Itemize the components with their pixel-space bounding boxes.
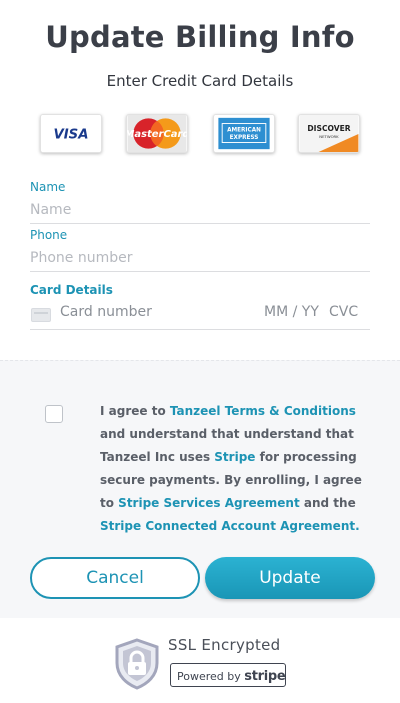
card-details-label: Card Details xyxy=(30,283,113,297)
powered-by-stripe-badge: Powered by stripe xyxy=(170,663,286,687)
svg-text:MasterCard: MasterCard xyxy=(127,129,187,140)
svg-text:EXPRESS: EXPRESS xyxy=(230,135,259,141)
phone-input[interactable] xyxy=(30,244,370,272)
stripe-link[interactable]: Stripe xyxy=(214,450,255,464)
terms-text-1: I agree to xyxy=(100,404,170,418)
svg-text:VISA: VISA xyxy=(53,128,88,143)
svg-text:DISCOVER: DISCOVER xyxy=(307,124,350,133)
phone-label: Phone xyxy=(30,228,68,242)
terms-text-4: and the xyxy=(299,496,356,510)
stripe-connected-account-link[interactable]: Stripe Connected Account Agreement. xyxy=(100,519,360,533)
mastercard-logo: MasterCard xyxy=(126,114,188,153)
tanzeel-terms-link[interactable]: Tanzeel Terms & Conditions xyxy=(170,404,356,418)
discover-logo: DISCOVER NETWORK xyxy=(298,114,360,153)
card-expiry-input[interactable]: MM / YY xyxy=(264,304,319,320)
name-label: Name xyxy=(30,180,66,194)
agree-checkbox[interactable] xyxy=(45,405,63,423)
card-details-field[interactable]: Card number MM / YY CVC xyxy=(30,300,370,330)
credit-card-icon xyxy=(31,308,51,322)
update-button[interactable]: Update xyxy=(205,557,375,599)
powered-by-text: Powered by xyxy=(177,670,245,683)
page-title: Update Billing Info xyxy=(45,20,355,54)
cancel-button[interactable]: Cancel xyxy=(30,557,200,599)
card-number-input[interactable]: Card number xyxy=(60,304,152,320)
name-input[interactable] xyxy=(30,196,370,224)
terms-text: I agree to Tanzeel Terms & Conditions an… xyxy=(100,400,370,538)
shield-lock-icon xyxy=(114,638,160,690)
stripe-services-agreement-link[interactable]: Stripe Services Agreement xyxy=(118,496,300,510)
page-subtitle: Enter Credit Card Details xyxy=(106,72,294,90)
accepted-cards: VISA MasterCard AMERICAN EXPRESS DISCOVE… xyxy=(40,114,360,154)
stripe-wordmark: stripe xyxy=(244,669,286,684)
amex-logo: AMERICAN EXPRESS xyxy=(213,114,275,153)
card-cvc-input[interactable]: CVC xyxy=(329,304,358,320)
ssl-encrypted-label: SSL Encrypted xyxy=(168,636,281,654)
svg-text:AMERICAN: AMERICAN xyxy=(227,128,261,134)
visa-logo: VISA xyxy=(40,114,102,153)
svg-text:NETWORK: NETWORK xyxy=(319,134,339,139)
